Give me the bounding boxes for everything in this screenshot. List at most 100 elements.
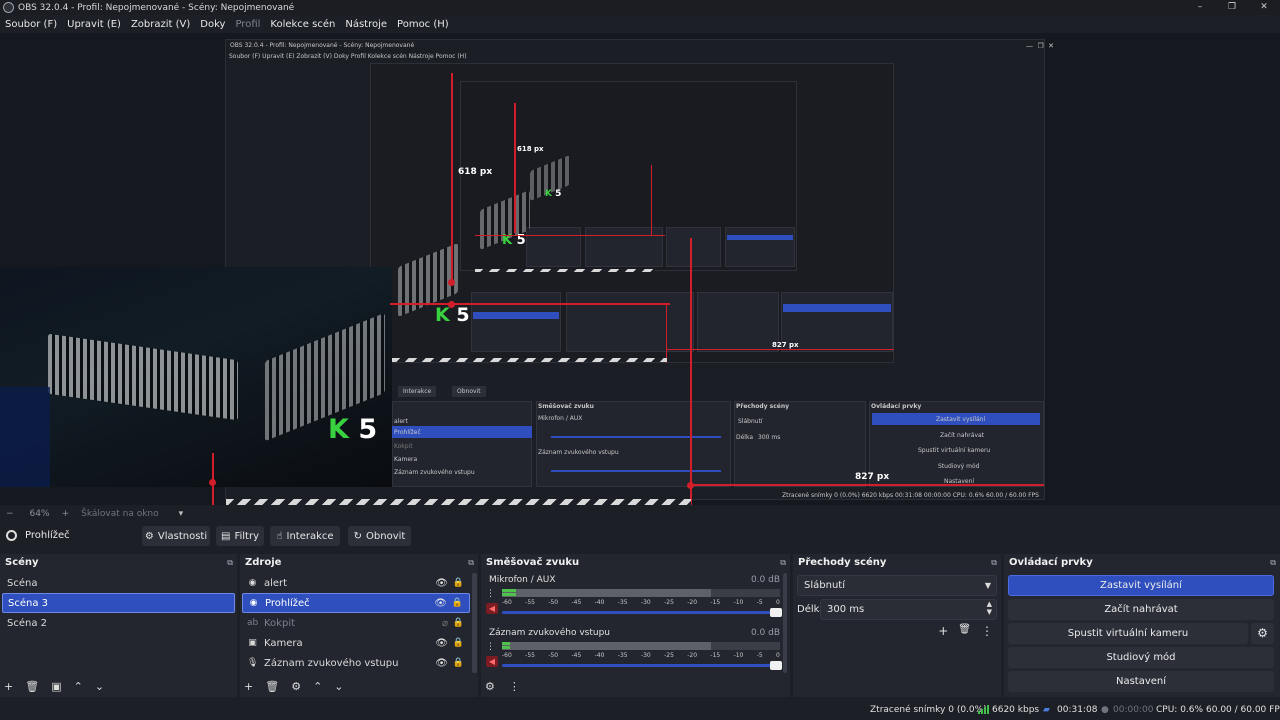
source-item[interactable]: 🎙 Záznam zvukového vstupu 👁 🔒: [242, 653, 470, 673]
move-down-icon[interactable]: ⌄: [95, 680, 104, 693]
add-scene-icon[interactable]: +: [4, 680, 13, 693]
fader-knob[interactable]: [770, 608, 782, 617]
undock-icon[interactable]: ⧉: [1270, 558, 1276, 568]
volume-fader[interactable]: [502, 608, 782, 617]
menu-view[interactable]: Zobrazit (V): [131, 19, 190, 30]
guide-line-h3: [690, 484, 1044, 486]
gear-icon: ⚙: [144, 530, 154, 542]
add-source-icon[interactable]: +: [244, 680, 253, 693]
lock-icon[interactable]: 🔒: [453, 578, 464, 588]
minimize-button[interactable]: –: [1184, 0, 1216, 15]
trash-icon[interactable]: 🗑: [25, 680, 39, 693]
scene-item-selected[interactable]: Scéna 3: [2, 593, 235, 613]
guide-handle-4[interactable]: [687, 482, 694, 489]
transition-select[interactable]: Slábnutí ▼: [797, 575, 997, 596]
interact-button[interactable]: ☝ Interakce: [270, 526, 340, 546]
undock-icon[interactable]: ⧉: [991, 558, 997, 568]
settings-button[interactable]: Nastavení: [1008, 671, 1274, 692]
menu-docks[interactable]: Doky: [200, 19, 225, 30]
advanced-audio-icon[interactable]: ⚙: [485, 680, 495, 693]
hazard-stripe-2: [392, 358, 667, 362]
fader-knob[interactable]: [770, 661, 782, 670]
channel-menu-icon[interactable]: ⋮: [486, 589, 495, 599]
menu-help[interactable]: Pomoc (H): [397, 19, 449, 30]
studio-mode-button[interactable]: Studiový mód: [1008, 647, 1274, 668]
mute-icon[interactable]: ◀: [486, 656, 498, 667]
sources-scrollbar[interactable]: [472, 573, 477, 673]
volume-fader[interactable]: [502, 661, 782, 670]
eye-hidden-icon[interactable]: ⌀: [442, 618, 448, 629]
volume-meter: [502, 642, 780, 650]
channel-menu-icon[interactable]: ⋮: [486, 642, 495, 652]
duration-input[interactable]: 300 ms ▲ ▼: [820, 599, 997, 620]
menu-tools[interactable]: Nástroje: [345, 19, 387, 30]
guide-line-v4: [651, 165, 652, 235]
eye-icon[interactable]: 👁: [435, 578, 448, 589]
chevron-down-icon[interactable]: ▾: [179, 509, 184, 519]
properties-button[interactable]: ⚙ Vlastnosti: [142, 526, 210, 546]
zoom-out-button[interactable]: −: [6, 509, 14, 519]
undock-icon[interactable]: ⧉: [780, 558, 786, 568]
eye-icon[interactable]: 👁: [435, 638, 448, 649]
undock-icon[interactable]: ⧉: [227, 558, 233, 568]
meter-tick-label: -55: [525, 652, 535, 659]
preview-canvas[interactable]: OBS 32.0.4 - Profil: Nepojmenované - Scé…: [0, 33, 1280, 505]
mute-icon[interactable]: ◀: [486, 603, 498, 614]
menu-file[interactable]: Soubor (F): [5, 19, 57, 30]
nested3-sources: [526, 227, 581, 267]
menu-scene-collection[interactable]: Kolekce scén: [270, 19, 335, 30]
meter-tick-label: -25: [664, 652, 674, 659]
scene-item[interactable]: Scéna: [2, 573, 235, 593]
trash-icon[interactable]: 🗑: [958, 624, 971, 638]
hazard-stripe-3: [475, 269, 655, 272]
meter-tick-label: 0: [776, 599, 780, 606]
nested3-stop-stream: [727, 235, 793, 240]
distance-label-3: 827 px: [855, 472, 890, 482]
scale-mode-select[interactable]: Škálovat na okno: [81, 509, 159, 519]
source-item-selected[interactable]: ◉ Prohlížeč 👁 🔒: [242, 593, 470, 613]
title-bar: OBS 32.0.4 - Profil: Nepojmenované - Scé…: [0, 0, 1280, 15]
gear-icon[interactable]: ⚙: [1251, 623, 1274, 644]
scene-filters-icon[interactable]: ▣: [51, 680, 61, 693]
start-virtual-camera-button[interactable]: Spustit virtuální kameru: [1008, 623, 1248, 644]
source-item[interactable]: ab Kokpit ⌀ 🔒: [242, 613, 470, 633]
eye-icon[interactable]: 👁: [435, 658, 448, 669]
lock-icon[interactable]: 🔒: [453, 658, 464, 668]
source-item[interactable]: ▣ Kamera 👁 🔒: [242, 633, 470, 653]
menu-edit[interactable]: Upravit (E): [67, 19, 121, 30]
move-up-icon[interactable]: ⌃: [313, 680, 322, 693]
start-recording-button[interactable]: Začít nahrávat: [1008, 599, 1274, 620]
spinner-icon[interactable]: ▲ ▼: [987, 600, 992, 616]
move-up-icon[interactable]: ⌃: [74, 680, 83, 693]
source-label: Kokpit: [264, 617, 296, 629]
mixer-menu-icon[interactable]: ⋮: [509, 680, 520, 693]
guide-line-v3: [690, 238, 692, 505]
nested-source-5: Záznam zvukového vstupu: [394, 469, 475, 476]
eye-icon[interactable]: 👁: [434, 598, 447, 609]
lock-icon[interactable]: 🔒: [452, 598, 463, 608]
lock-icon[interactable]: 🔒: [453, 618, 464, 628]
add-transition-icon[interactable]: +: [938, 624, 948, 638]
lock-icon[interactable]: 🔒: [453, 638, 464, 648]
move-down-icon[interactable]: ⌄: [334, 680, 343, 693]
transition-menu-icon[interactable]: ⋮: [981, 624, 993, 638]
refresh-button[interactable]: ↻ Obnovit: [348, 526, 411, 546]
source-item[interactable]: ◉ alert 👁 🔒: [242, 573, 470, 593]
scene-item[interactable]: Scéna 2: [2, 613, 235, 633]
mixer-scrollbar[interactable]: [783, 573, 787, 673]
gear-icon[interactable]: ⚙: [291, 680, 301, 693]
guide-handle-2[interactable]: [448, 301, 455, 308]
sources-list: ◉ alert 👁 🔒 ◉ Prohlížeč 👁 🔒 ab Kokpit ⌀ 🔒 ▣ Kamera…: [242, 573, 470, 673]
guide-handle-1[interactable]: [448, 279, 455, 286]
zoom-in-button[interactable]: +: [62, 509, 70, 519]
trash-icon[interactable]: 🗑: [265, 680, 279, 693]
menu-profile[interactable]: Profil: [235, 19, 260, 30]
close-button[interactable]: ✕: [1248, 0, 1280, 15]
source-label: Kamera: [264, 637, 303, 649]
guide-handle-3[interactable]: [209, 479, 216, 486]
undock-icon[interactable]: ⧉: [468, 558, 474, 568]
controls-title: Ovládací prvky: [1009, 557, 1093, 568]
filters-button[interactable]: ▤ Filtry: [216, 526, 264, 546]
maximize-button[interactable]: ❐: [1216, 0, 1248, 15]
stop-streaming-button[interactable]: Zastavit vysílání: [1008, 575, 1274, 596]
